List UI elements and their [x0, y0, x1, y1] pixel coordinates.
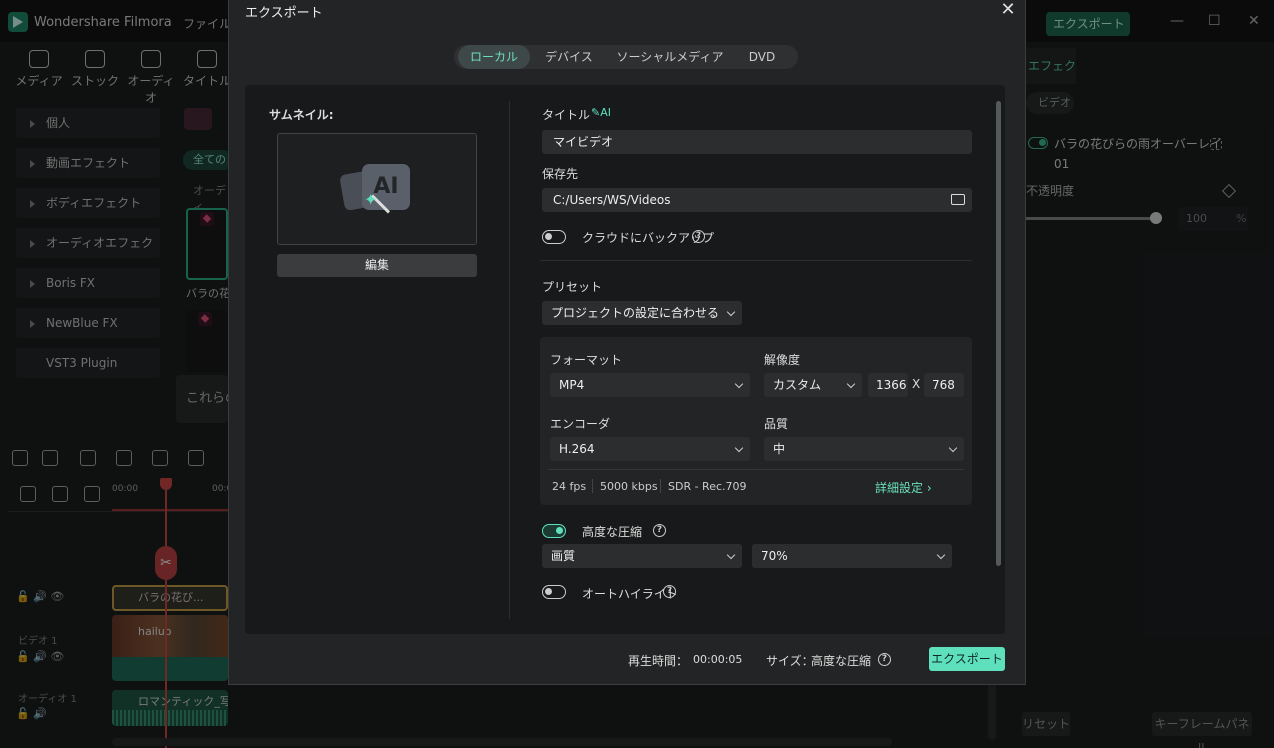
advanced-compression-toggle[interactable] — [542, 524, 566, 538]
encoder-select[interactable]: H.264 — [550, 437, 750, 461]
stat-separator — [592, 479, 593, 493]
chevron-down-icon — [936, 550, 946, 560]
resolution-x: X — [912, 377, 921, 391]
cloud-backup-toggle[interactable] — [542, 230, 566, 244]
export-settings-body: サムネイル: AI ✦ 編集 タイトル ✎AI マイビデオ 保存先 C:/Use… — [245, 85, 1005, 634]
height-input[interactable]: 768 — [924, 373, 964, 397]
advanced-compression-label: 高度な圧縮 — [582, 525, 643, 539]
export-tabs: ローカル デバイス ソーシャルメディア DVD — [454, 45, 798, 69]
format-label: フォーマット — [550, 353, 623, 367]
color-stat: SDR - Rec.709 — [668, 480, 747, 493]
resolution-select[interactable]: カスタム — [764, 373, 862, 397]
close-icon[interactable]: ✕ — [997, 0, 1019, 22]
thumbnail-preview[interactable]: AI ✦ — [277, 133, 477, 245]
quality-label: 品質 — [764, 417, 789, 431]
chevron-down-icon — [734, 443, 744, 453]
format-value: MP4 — [559, 378, 585, 392]
advanced-settings-link[interactable]: 詳細設定 › — [875, 479, 932, 496]
help-icon[interactable]: ? — [663, 585, 676, 598]
size-value: 高度な圧縮 — [811, 654, 872, 668]
preset-select[interactable]: プロジェクトの設定に合わせる — [542, 301, 742, 325]
compression-percent-value: 70% — [761, 549, 788, 563]
sparkle-icon: ✦ — [364, 190, 378, 209]
tab-social-media[interactable]: ソーシャルメディア — [614, 45, 726, 69]
compression-mode-value: 画質 — [551, 549, 576, 563]
duration-value: 00:00:05 — [693, 653, 743, 666]
width-input[interactable]: 1366 — [868, 373, 908, 397]
column-divider — [509, 101, 510, 619]
compression-mode-select[interactable]: 画質 — [542, 544, 742, 568]
save-path-text: C:/Users/WS/Videos — [553, 193, 671, 207]
format-select[interactable]: MP4 — [550, 373, 750, 397]
export-button[interactable]: エクスポート — [929, 647, 1005, 671]
compression-percent-select[interactable]: 70% — [752, 544, 952, 568]
tab-dvd[interactable]: DVD — [734, 45, 790, 69]
tab-local[interactable]: ローカル — [458, 45, 530, 69]
settings-scrollbar[interactable] — [996, 101, 1001, 566]
edit-thumbnail-button[interactable]: 編集 — [277, 254, 477, 277]
resolution-label: 解像度 — [764, 353, 801, 367]
duration-label: 再生時間： — [628, 654, 689, 668]
chevron-down-icon — [726, 307, 736, 317]
auto-highlight-toggle[interactable] — [542, 585, 566, 599]
chevron-down-icon — [948, 443, 958, 453]
export-dialog: エクスポート ✕ ローカル デバイス ソーシャルメディア DVD サムネイル: … — [228, 0, 1026, 685]
fps-stat: 24 fps — [552, 480, 587, 493]
help-icon[interactable]: ? — [878, 653, 891, 666]
ai-pen-icon[interactable]: ✎AI — [591, 106, 611, 119]
encoder-label: エンコーダ — [550, 417, 611, 431]
resolution-value: カスタム — [773, 378, 822, 392]
format-panel: フォーマット MP4 解像度 カスタム 1366 X 768 エンコーダ H.2… — [540, 337, 972, 505]
preset-label: プリセット — [542, 280, 603, 294]
chevron-down-icon — [846, 379, 856, 389]
preset-value: プロジェクトの設定に合わせる — [551, 306, 720, 320]
quality-value: 中 — [773, 442, 786, 456]
encoder-value: H.264 — [559, 442, 595, 456]
save-path-input[interactable]: C:/Users/WS/Videos — [542, 188, 972, 212]
dialog-title: エクスポート — [245, 6, 323, 21]
section-divider — [540, 260, 972, 261]
title-input[interactable]: マイビデオ — [542, 130, 972, 154]
quality-select[interactable]: 中 — [764, 437, 964, 461]
stat-separator — [660, 479, 661, 493]
save-location-label: 保存先 — [542, 167, 579, 181]
help-icon[interactable]: ? — [653, 524, 666, 537]
stats-divider — [548, 469, 964, 470]
thumbnail-label: サムネイル: — [269, 108, 334, 122]
folder-icon[interactable] — [951, 194, 965, 205]
bitrate-stat: 5000 kbps — [600, 480, 658, 493]
chevron-down-icon — [734, 379, 744, 389]
size-label: サイズ： — [766, 654, 814, 668]
chevron-down-icon — [726, 550, 736, 560]
tab-device[interactable]: デバイス — [534, 45, 604, 69]
help-icon[interactable]: ? — [692, 230, 705, 243]
title-label: タイトル — [542, 108, 591, 122]
